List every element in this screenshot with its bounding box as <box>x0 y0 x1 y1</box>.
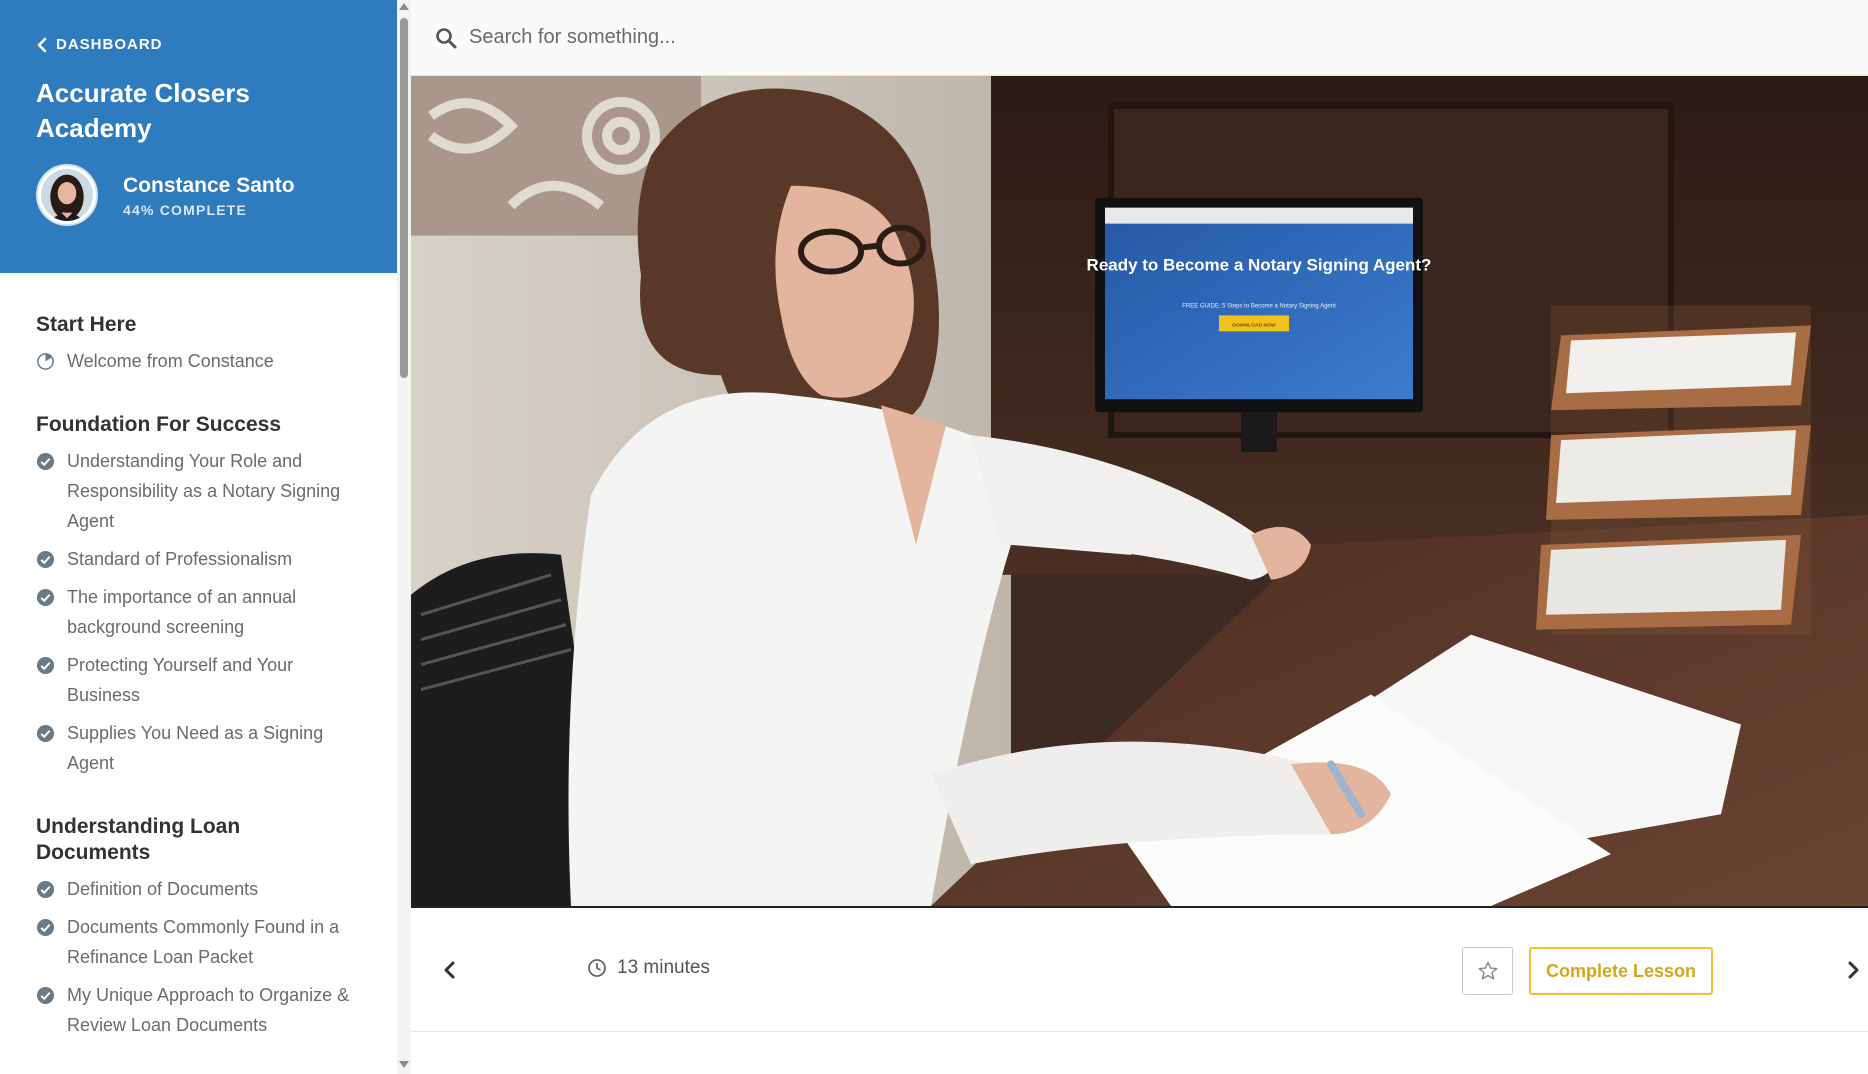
section-title: Start Here <box>36 313 137 336</box>
lesson-item[interactable]: The importance of an annual background s… <box>36 582 357 642</box>
lesson-label: Protecting Yourself and Your Business <box>67 655 294 705</box>
search-icon <box>436 27 457 48</box>
lesson-label: Welcome from Constance <box>67 351 274 371</box>
scroll-thumb[interactable] <box>400 18 408 378</box>
complete-lesson-button[interactable]: Complete Lesson <box>1529 947 1713 995</box>
section-title: Foundation For Success <box>36 413 282 436</box>
check-circle-icon <box>36 550 55 569</box>
section-understanding-loan-documents: Understanding Loan Documents Definition … <box>0 814 397 1040</box>
check-circle-icon <box>36 880 55 899</box>
check-circle-icon <box>36 656 55 675</box>
lesson-item[interactable]: Standard of Professionalism <box>36 544 357 574</box>
check-circle-icon <box>36 452 55 471</box>
lesson-label: Understanding Your Role and Responsibili… <box>67 451 341 531</box>
lesson-label: My Unique Approach to Organize & Review … <box>67 985 350 1035</box>
lesson-item[interactable]: Protecting Yourself and Your Business <box>36 650 357 710</box>
sidebar-header: DASHBOARD Accurate Closers Academy Const… <box>0 0 397 273</box>
check-circle-icon <box>36 588 55 607</box>
lesson-item[interactable]: Documents Commonly Found in a Refinance … <box>36 912 357 972</box>
check-circle-icon <box>36 918 55 937</box>
clock-icon <box>588 959 606 977</box>
section-foundation-for-success: Foundation For Success Understanding You… <box>0 412 397 778</box>
sidebar: DASHBOARD Accurate Closers Academy Const… <box>0 0 397 1074</box>
duration-text: 13 minutes <box>617 957 710 978</box>
check-circle-icon <box>36 986 55 1005</box>
lesson-item[interactable]: Definition of Documents <box>36 874 357 904</box>
course-title: Accurate Closers Academy <box>36 78 250 143</box>
video-frame: Ready to Become a Notary Signing Agent? … <box>411 76 1868 906</box>
search-input[interactable] <box>469 26 1269 49</box>
check-circle-icon <box>36 724 55 743</box>
lesson-label: Supplies You Need as a Signing Agent <box>67 723 324 773</box>
chevron-right-icon[interactable] <box>1843 958 1863 982</box>
lesson-item[interactable]: My Unique Approach to Organize & Review … <box>36 980 357 1040</box>
dashboard-label: DASHBOARD <box>56 36 163 53</box>
section-start-here: Start Here Welcome from Constance <box>0 312 397 376</box>
search-bar <box>411 0 1868 76</box>
main-content: Ready to Become a Notary Signing Agent? … <box>411 0 1868 1074</box>
lesson-video[interactable]: Ready to Become a Notary Signing Agent? … <box>411 76 1868 908</box>
star-icon <box>1478 961 1497 980</box>
monitor-button: DOWNLOAD NOW <box>1232 322 1276 328</box>
progress-circle-icon <box>37 353 54 370</box>
lesson-label: Standard of Professionalism <box>67 549 293 569</box>
favorite-button[interactable] <box>1462 947 1513 995</box>
section-title: Understanding Loan Documents <box>36 815 241 864</box>
chevron-left-icon <box>37 37 47 52</box>
lesson-list[interactable]: Start Here Welcome from Constance Founda… <box>0 273 397 1074</box>
lesson-controls: 13 minutes Complete Lesson <box>411 910 1868 1032</box>
chevron-left-icon[interactable] <box>439 958 461 982</box>
scroll-up-arrow-icon[interactable] <box>399 3 409 10</box>
lesson-label: The importance of an annual background s… <box>67 587 297 637</box>
lesson-duration: 13 minutes <box>587 957 710 979</box>
monitor-title: Ready to Become a Notary Signing Agent? <box>1087 256 1432 275</box>
dashboard-back-link[interactable]: DASHBOARD <box>36 36 163 53</box>
monitor-subtitle: FREE GUIDE: 5 Steps to Become a Notary S… <box>1182 303 1336 309</box>
user-name: Constance Santo <box>123 173 295 197</box>
lesson-label: Definition of Documents <box>67 879 259 899</box>
lesson-label: Documents Commonly Found in a Refinance … <box>67 917 340 967</box>
course-progress: 44% COMPLETE <box>123 201 248 218</box>
sidebar-scrollbar[interactable] <box>397 0 411 1074</box>
lesson-item[interactable]: Welcome from Constance <box>36 346 357 376</box>
lesson-item[interactable]: Supplies You Need as a Signing Agent <box>36 718 357 778</box>
lesson-item[interactable]: Understanding Your Role and Responsibili… <box>36 446 357 536</box>
avatar <box>36 164 98 226</box>
scroll-down-arrow-icon[interactable] <box>399 1061 409 1068</box>
user-profile: Constance Santo 44% COMPLETE <box>36 164 295 226</box>
